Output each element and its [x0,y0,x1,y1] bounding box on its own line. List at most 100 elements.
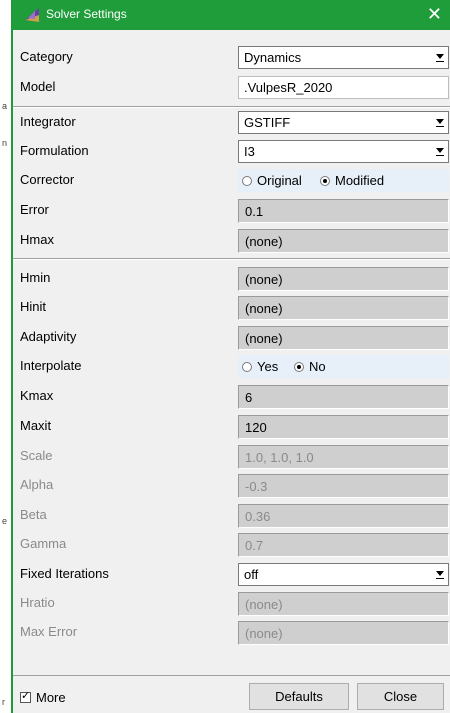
radio-selected-icon[interactable] [320,175,330,186]
error-label: Error [20,202,49,217]
beta-row: Beta 0.36 [13,502,450,531]
hmax-value: (none) [245,234,283,249]
window-title: Solver Settings [46,7,127,21]
max-error-row: Max Error (none) [13,619,450,648]
maxit-row: Maxit 120 [13,413,450,442]
adaptivity-field[interactable]: (none) [238,326,449,350]
interpolate-row: Interpolate Yes No [13,353,450,382]
solver-settings-dialog: Solver Settings ✕ Category Dynamics Mode… [11,0,450,713]
divider [13,675,450,676]
error-field[interactable]: 0.1 [238,199,449,223]
gamma-field: 0.7 [238,533,449,557]
background-text-fragment: n [2,138,8,148]
hratio-value: (none) [245,597,283,612]
model-value: .VulpesR_2020 [244,80,333,95]
corrector-row: Corrector Original Modified [13,167,450,196]
adaptivity-value: (none) [245,331,283,346]
integrator-label: Integrator [20,114,76,129]
adaptivity-label: Adaptivity [20,329,77,344]
interpolate-yes-label: Yes [257,359,279,374]
scale-value: 1.0, 1.0, 1.0 [245,450,314,465]
hmax-label: Hmax [20,232,54,247]
maxit-field[interactable]: 120 [238,415,449,439]
background-text-fragment: e [2,516,8,526]
kmax-value: 6 [245,390,253,405]
integrator-dropdown[interactable]: GSTIFF [238,111,449,134]
formulation-value: I3 [244,144,255,159]
corrector-label: Corrector [20,172,75,187]
app-icon [25,8,39,22]
hinit-row: Hinit (none) [13,294,450,323]
category-dropdown[interactable]: Dynamics [238,46,449,69]
interpolate-radio-group: Yes No [238,355,449,378]
hinit-value: (none) [245,301,283,316]
gamma-label: Gamma [20,536,67,551]
interpolate-no-radio[interactable]: No [294,359,326,374]
alpha-field: -0.3 [238,474,449,498]
maxit-label: Maxit [20,418,52,433]
corrector-original-label: Original [257,173,302,188]
hmin-field[interactable]: (none) [238,267,449,291]
scale-field: 1.0, 1.0, 1.0 [238,445,449,469]
kmax-field[interactable]: 6 [238,385,449,409]
background-text-fragment: a [2,101,8,111]
radio-unselected-icon[interactable] [242,361,252,372]
hinit-label: Hinit [20,299,47,314]
interpolate-label: Interpolate [20,358,82,373]
hratio-field: (none) [238,592,449,616]
divider [13,106,450,108]
hratio-row: Hratio (none) [13,590,450,619]
hmin-label: Hmin [20,270,51,285]
dropdown-arrow-icon[interactable] [435,146,445,157]
error-row: Error 0.1 [13,197,450,226]
fixed-iterations-value: off [244,567,259,582]
kmax-row: Kmax 6 [13,383,450,412]
hinit-field[interactable]: (none) [238,296,449,320]
hmax-field[interactable]: (none) [238,229,449,253]
interpolate-yes-radio[interactable]: Yes [242,359,278,374]
maxit-value: 120 [245,420,267,435]
model-field[interactable]: .VulpesR_2020 [238,76,449,99]
kmax-label: Kmax [20,388,54,403]
beta-label: Beta [20,507,47,522]
more-checkbox[interactable]: ✓ More [20,690,66,705]
close-button[interactable]: Close [357,683,444,710]
model-row: Model .VulpesR_2020 [13,74,450,103]
alpha-label: Alpha [20,477,54,492]
defaults-button[interactable]: Defaults [249,683,349,710]
divider [13,258,450,260]
hmin-value: (none) [245,272,283,287]
dropdown-arrow-icon[interactable] [435,52,445,63]
radio-unselected-icon[interactable] [242,175,252,186]
integrator-value: GSTIFF [244,115,291,130]
radio-selected-icon[interactable] [294,361,304,372]
fixed-iterations-row: Fixed Iterations off [13,561,450,590]
max-error-label: Max Error [20,624,78,639]
more-label: More [36,690,66,705]
corrector-original-radio[interactable]: Original [242,173,302,188]
model-label: Model [20,79,56,94]
corrector-modified-radio[interactable]: Modified [320,173,384,188]
title-bar[interactable]: Solver Settings ✕ [13,0,450,30]
category-value: Dynamics [244,50,302,65]
error-value: 0.1 [245,204,264,219]
alpha-row: Alpha -0.3 [13,472,450,501]
corrector-radio-group: Original Modified [238,169,449,192]
dropdown-arrow-icon[interactable] [435,117,445,128]
fixed-iterations-dropdown[interactable]: off [238,563,449,586]
max-error-value: (none) [245,626,283,641]
close-icon[interactable]: ✕ [427,4,442,25]
gamma-value: 0.7 [245,538,264,553]
formulation-label: Formulation [20,143,89,158]
background-text-fragment: r [2,697,5,707]
checkbox-checked-icon[interactable]: ✓ [20,690,31,703]
formulation-dropdown[interactable]: I3 [238,140,449,163]
max-error-field: (none) [238,621,449,645]
formulation-row: Formulation I3 [13,138,450,167]
dropdown-arrow-icon[interactable] [435,569,445,580]
category-label: Category [20,49,73,64]
interpolate-no-label: No [309,359,326,374]
integrator-row: Integrator GSTIFF [13,109,450,138]
beta-field: 0.36 [238,504,449,528]
scale-row: Scale 1.0, 1.0, 1.0 [13,443,450,472]
